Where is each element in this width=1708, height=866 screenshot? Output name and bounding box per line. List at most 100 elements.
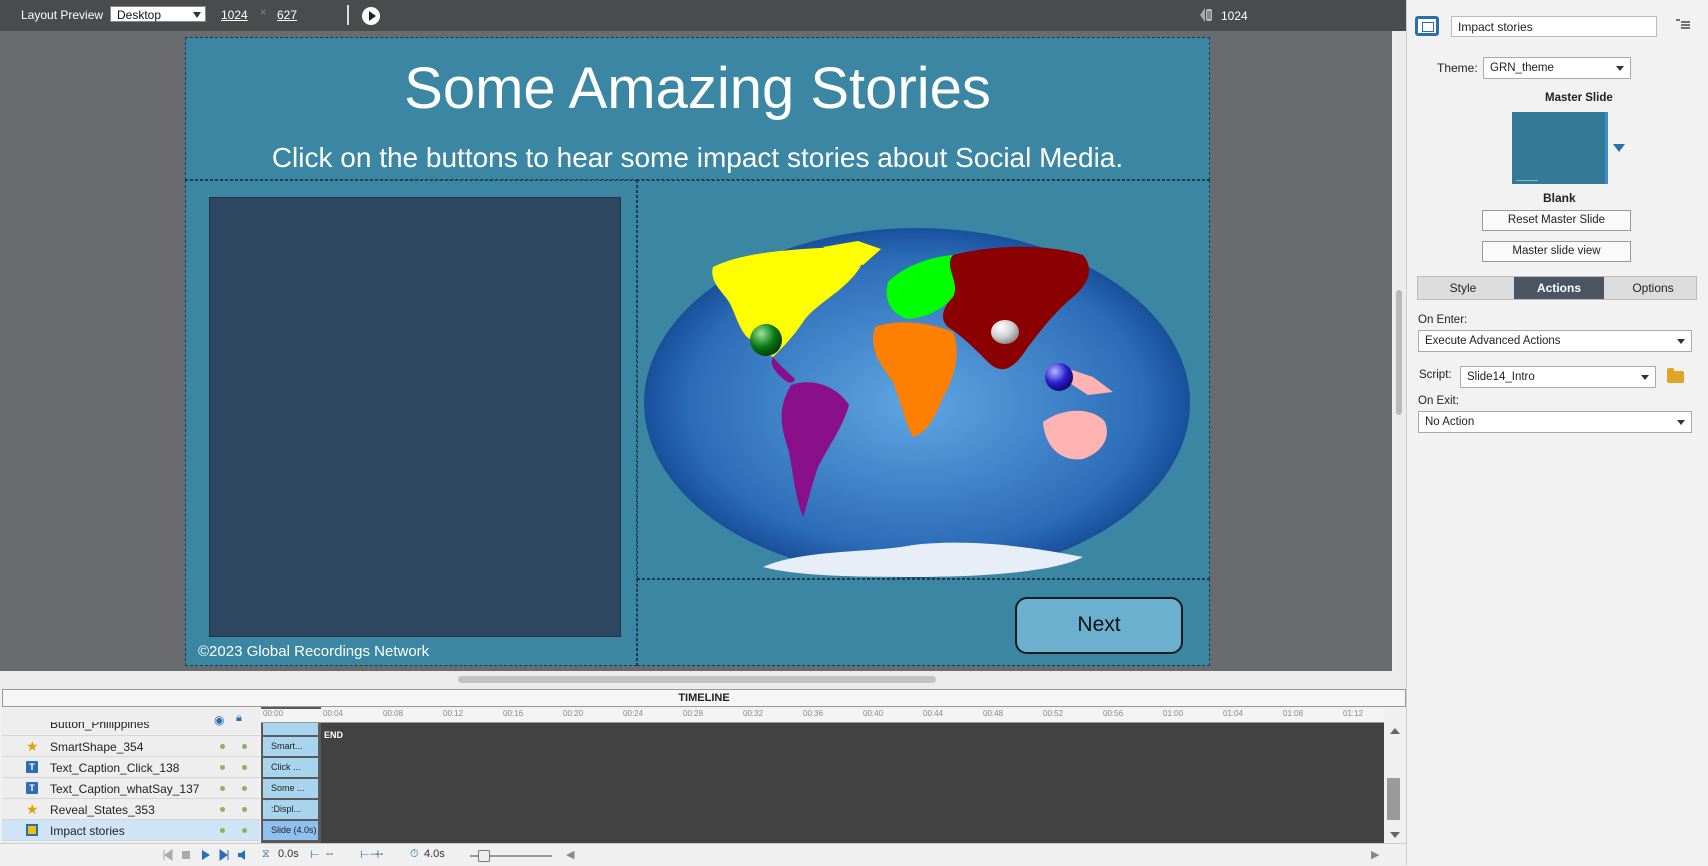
ruler-tick-label: 00:04 xyxy=(323,709,344,718)
tab-actions[interactable]: Actions xyxy=(1514,277,1604,299)
on-enter-label: On Enter: xyxy=(1418,314,1468,326)
slide-icon xyxy=(26,824,38,836)
timeline-row[interactable]: T Text_Caption_Click_138 xyxy=(2,757,260,778)
ruler-tick-label: 00:20 xyxy=(563,709,584,718)
slide-duration-value[interactable]: 4.0s xyxy=(424,848,445,860)
lock-dot[interactable] xyxy=(242,744,247,749)
slide-subtitle[interactable]: Click on the buttons to hear some impact… xyxy=(185,142,1210,174)
visibility-dot[interactable] xyxy=(220,828,225,833)
stage-horizontal-scroll-thumb[interactable] xyxy=(458,676,936,683)
current-time-value[interactable]: 0.0s xyxy=(278,848,299,860)
timeline-ruler[interactable]: 00:00 00:04 00:08 00:12 00:16 00:20 00:24 00:28… xyxy=(261,709,1384,723)
visibility-dot[interactable] xyxy=(220,807,225,812)
start-time-value[interactable]: -- xyxy=(326,848,333,860)
master-slide-name: Blank xyxy=(1543,191,1576,205)
timeline-block[interactable]: Click ... xyxy=(263,758,318,777)
on-enter-dropdown[interactable]: Execute Advanced Actions xyxy=(1418,330,1692,352)
master-slide-dropdown-icon[interactable] xyxy=(1613,144,1625,152)
scroll-right-icon[interactable]: ▶ xyxy=(1371,848,1379,861)
slide-name-field[interactable]: Impact stories xyxy=(1451,16,1657,37)
timeline-row-selected[interactable]: Impact stories xyxy=(2,820,260,841)
ruler-tick-label: 00:32 xyxy=(743,709,764,718)
visibility-dot[interactable] xyxy=(220,786,225,791)
ruler-tick-label: 00:08 xyxy=(383,709,404,718)
on-enter-value: Execute Advanced Actions xyxy=(1425,335,1561,347)
chevron-down-icon xyxy=(1641,375,1649,380)
slide: Some Amazing Stories Click on the button… xyxy=(185,37,1210,666)
copyright-text[interactable]: ©2023 Global Recordings Network xyxy=(198,643,429,660)
theme-label: Theme: xyxy=(1437,61,1478,75)
zoom-slider-knob[interactable] xyxy=(478,850,490,862)
device-value: Desktop xyxy=(117,8,162,22)
timeline-end-label: END xyxy=(324,730,344,740)
reset-master-slide-button[interactable]: Reset Master Slide xyxy=(1482,210,1631,231)
stage-vertical-scroll-thumb[interactable] xyxy=(1396,290,1402,415)
tab-options[interactable]: Options xyxy=(1608,277,1698,299)
ruler-tick-label: 00:24 xyxy=(623,709,644,718)
timeline-row[interactable]: Button_Philippines xyxy=(2,722,260,736)
timeline-row[interactable]: T Text_Caption_whatSay_137 xyxy=(2,778,260,799)
property-tabs: Style Actions Options xyxy=(1417,276,1697,300)
on-exit-value: No Action xyxy=(1425,416,1475,428)
ruler-tick-label: 01:04 xyxy=(1223,709,1244,718)
theme-value: GRN_theme xyxy=(1490,62,1554,74)
lock-dot[interactable] xyxy=(242,765,247,770)
timeline-footer: ⧖ 0.0s ⊢ -- ⊢⊣ -- ⏱︎ 4.0s ◀ ▶ xyxy=(0,843,1406,866)
lock-dot[interactable] xyxy=(242,786,247,791)
timeline-row[interactable]: ★ Reveal_States_353 xyxy=(2,799,260,820)
slide-title[interactable]: Some Amazing Stories xyxy=(185,55,1210,122)
layer-name: Reveal_States_353 xyxy=(50,803,155,817)
breakpoint-handle-icon[interactable] xyxy=(1200,6,1214,24)
timeline-row[interactable]: ★ SmartShape_354 xyxy=(2,736,260,757)
on-exit-dropdown[interactable]: No Action xyxy=(1418,411,1692,433)
lock-dot[interactable] xyxy=(242,828,247,833)
ruler-tick-label: 00:16 xyxy=(503,709,524,718)
chevron-down-icon xyxy=(1677,339,1685,344)
slide-duration-icon: ⏱︎ xyxy=(410,848,419,860)
ruler-tick-label: 00:28 xyxy=(683,709,704,718)
master-slide-view-button[interactable]: Master slide view xyxy=(1482,241,1631,262)
ruler-tick-label: 00:48 xyxy=(983,709,1004,718)
master-slide-thumbnail[interactable] xyxy=(1512,112,1608,184)
breakpoint-value: 1024 xyxy=(1221,9,1248,23)
layer-name: Button_Philippines xyxy=(50,722,150,731)
timeline-header[interactable]: TIMELINE xyxy=(2,689,1406,707)
layout-preview-label: Layout Preview xyxy=(21,8,104,22)
playback-controls-icon[interactable] xyxy=(162,849,252,861)
times-symbol: × xyxy=(260,7,267,19)
play-icon[interactable] xyxy=(362,7,380,25)
text-caption-icon: T xyxy=(26,761,38,773)
panel-menu-icon[interactable] xyxy=(1676,18,1690,32)
timeline-block-selected[interactable]: Slide (4.0s) xyxy=(263,821,318,840)
layer-name: Text_Caption_Click_138 xyxy=(50,761,180,775)
timeline-block[interactable]: Smart... xyxy=(263,737,318,756)
world-map-image[interactable] xyxy=(643,227,1191,579)
ruler-tick-label: 00:44 xyxy=(923,709,944,718)
duration-value[interactable]: -- xyxy=(376,848,383,860)
on-exit-label: On Exit: xyxy=(1418,395,1459,407)
story-display-panel[interactable] xyxy=(209,197,621,637)
timeline-scroll-thumb[interactable] xyxy=(1387,778,1400,820)
visibility-dot[interactable] xyxy=(220,744,225,749)
folder-icon[interactable] xyxy=(1667,368,1684,383)
lock-dot[interactable] xyxy=(242,807,247,812)
theme-dropdown[interactable]: GRN_theme xyxy=(1483,57,1631,79)
timeline-track-area[interactable] xyxy=(321,722,1384,843)
timeline-block[interactable]: :Displ... xyxy=(263,800,318,819)
height-field[interactable]: 627 xyxy=(277,8,297,22)
width-field[interactable]: 1024 xyxy=(221,8,248,22)
device-dropdown[interactable]: Desktop xyxy=(110,6,206,22)
tab-style[interactable]: Style xyxy=(1418,277,1508,299)
timeline-block[interactable] xyxy=(263,723,318,735)
script-dropdown[interactable]: Slide14_Intro xyxy=(1460,366,1656,388)
scroll-left-icon[interactable]: ◀ xyxy=(566,848,574,861)
visibility-dot[interactable] xyxy=(220,765,225,770)
layer-name: Impact stories xyxy=(50,824,125,838)
start-time-icon: ⊢ xyxy=(310,849,320,861)
toolbar-divider xyxy=(347,5,349,25)
next-button[interactable]: Next xyxy=(1015,597,1183,654)
chevron-down-icon xyxy=(1677,420,1685,425)
script-value: Slide14_Intro xyxy=(1467,371,1535,383)
timeline-block[interactable]: Some ... xyxy=(263,779,318,798)
script-label: Script: xyxy=(1419,369,1452,381)
